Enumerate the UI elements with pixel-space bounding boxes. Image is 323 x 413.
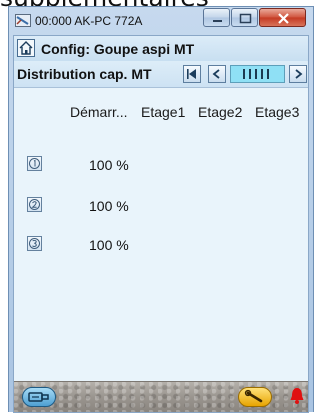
app-window: 00:000 AK-PC 772A Config: Goupe aspi MT	[8, 6, 314, 413]
section-title: Distribution cap. MT	[17, 66, 152, 82]
column-header-stage3: Etage3	[255, 104, 300, 120]
chevron-right-icon	[295, 69, 303, 79]
number-2-icon	[29, 199, 40, 210]
app-icon	[15, 14, 31, 27]
distribution-toolbar: Distribution cap. MT	[14, 61, 308, 88]
row-2-value: 100 %	[89, 198, 129, 214]
window-title: 00:000 AK-PC 772A	[35, 14, 143, 28]
wrench-icon	[244, 389, 263, 403]
page-tick	[255, 69, 257, 79]
page-tick	[261, 69, 263, 79]
service-tool-button[interactable]	[238, 387, 272, 407]
system-button[interactable]	[22, 387, 56, 407]
minimize-icon	[213, 20, 222, 22]
alarm-bell-icon[interactable]	[289, 385, 305, 407]
page-title: Config: Goupe aspi MT	[41, 41, 195, 57]
title-bar[interactable]: 00:000 AK-PC 772A	[9, 7, 313, 35]
page-indicator[interactable]	[230, 65, 285, 83]
minimize-button[interactable]	[203, 8, 230, 27]
home-icon	[19, 41, 33, 55]
close-button[interactable]	[259, 8, 306, 27]
badge-2-icon[interactable]	[27, 197, 42, 212]
badge-3-icon[interactable]	[27, 236, 42, 251]
maximize-icon	[239, 13, 252, 24]
page-tick	[249, 69, 251, 79]
badge-1-icon[interactable]	[27, 156, 42, 171]
first-page-button[interactable]	[183, 65, 201, 83]
number-1-icon	[29, 158, 40, 169]
page-tick	[243, 69, 245, 79]
maximize-button[interactable]	[231, 8, 258, 27]
column-header-start: Démarr...	[70, 104, 128, 120]
column-header-stage2: Etage2	[198, 104, 243, 120]
controller-icon	[28, 392, 49, 402]
client-area: Config: Goupe aspi MT Distribution cap. …	[13, 35, 309, 413]
footer-bar	[14, 381, 308, 412]
next-page-button[interactable]	[289, 65, 307, 83]
config-header: Config: Goupe aspi MT	[14, 36, 308, 62]
row-1-value: 100 %	[89, 157, 129, 173]
row-3-value: 100 %	[89, 237, 129, 253]
first-page-icon	[187, 69, 196, 79]
page-tick	[267, 69, 269, 79]
home-button[interactable]	[17, 39, 35, 57]
close-icon	[278, 13, 289, 24]
column-header-stage1: Etage1	[141, 104, 186, 120]
number-3-icon	[29, 238, 40, 249]
chevron-left-icon	[212, 69, 220, 79]
previous-page-button[interactable]	[208, 65, 226, 83]
